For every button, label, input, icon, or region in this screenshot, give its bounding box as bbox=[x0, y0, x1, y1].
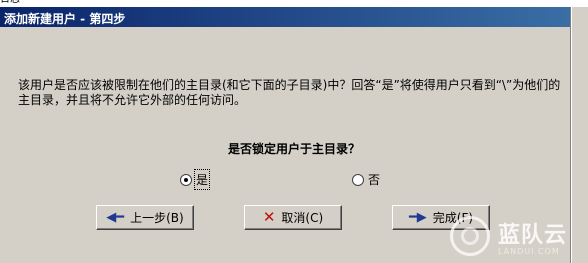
watermark: 蓝队云 LANDUI.COM bbox=[450, 212, 584, 260]
arrow-left-icon: ◀━ bbox=[106, 210, 125, 225]
radio-option-no[interactable]: 否 bbox=[352, 171, 380, 188]
radio-no-label[interactable]: 否 bbox=[368, 171, 380, 188]
cancel-button[interactable]: ✕ 取消(C) bbox=[244, 205, 342, 230]
radio-option-yes[interactable]: 是 bbox=[180, 169, 211, 190]
watermark-subtext: LANDUI.COM bbox=[498, 246, 560, 256]
watermark-text: 蓝队云 bbox=[498, 222, 568, 248]
back-button-label: 上一步(B) bbox=[130, 211, 184, 225]
question-label: 是否锁定用户于主目录？ bbox=[227, 142, 360, 156]
dialog-title: 添加新建用户 - 第四步 bbox=[4, 12, 126, 26]
description-text: 该用户是否应该被限制在他们的主目录(和它下面的子目录)中？回答“是”将使得用户只… bbox=[18, 78, 561, 107]
arrow-right-icon: ━▶ bbox=[408, 210, 427, 225]
watermark-logo-icon bbox=[450, 216, 490, 256]
background-window-strip: 日志 bbox=[0, 0, 588, 7]
radio-yes-indicator[interactable] bbox=[180, 173, 192, 186]
x-icon: ✕ bbox=[262, 208, 276, 226]
back-button[interactable]: ◀━ 上一步(B) bbox=[96, 205, 194, 230]
radio-no-indicator[interactable] bbox=[352, 173, 364, 186]
background-window-text: 日志 bbox=[0, 0, 20, 5]
radio-yes-label[interactable]: 是 bbox=[193, 169, 211, 190]
cancel-button-label: 取消(C) bbox=[281, 211, 324, 225]
dialog-titlebar[interactable]: 添加新建用户 - 第四步 bbox=[0, 7, 570, 27]
